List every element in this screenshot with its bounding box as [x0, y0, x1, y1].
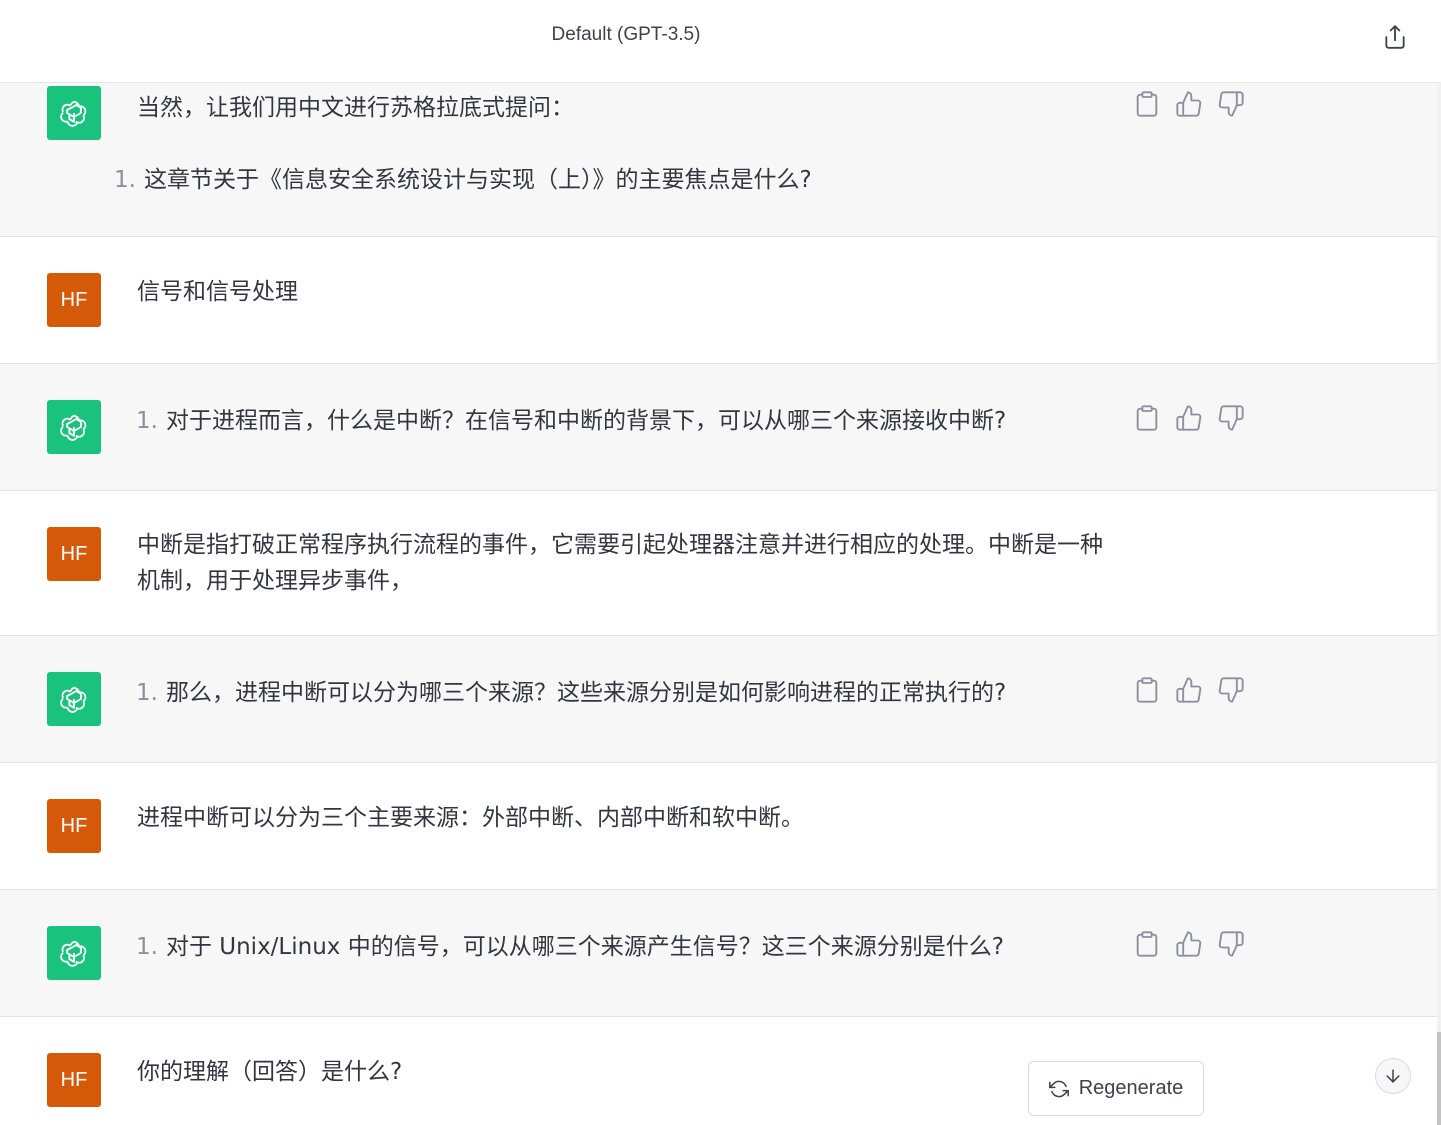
thumbs-down-icon[interactable] [1217, 676, 1245, 704]
share-icon[interactable] [1382, 24, 1408, 50]
clipboard-icon[interactable] [1133, 90, 1161, 118]
thumbs-up-icon[interactable] [1175, 930, 1203, 958]
assistant-message: 1. 对于进程而言，什么是中断？在信号和中断的背景下，可以从哪三个来源接收中断? [0, 364, 1437, 491]
thumbs-down-icon[interactable] [1217, 404, 1245, 432]
list-item: 1. 那么，进程中断可以分为哪三个来源？这些来源分别是如何影响进程的正常执行的? [136, 675, 1106, 711]
list-item: 1. 对于 Unix/Linux 中的信号，可以从哪三个来源产生信号？这三个来源分… [136, 929, 1106, 965]
assistant-message: 1. 那么，进程中断可以分为哪三个来源？这些来源分别是如何影响进程的正常执行的? [0, 636, 1437, 763]
model-title[interactable]: Default (GPT-3.5) [0, 24, 1252, 46]
thumbs-up-icon[interactable] [1175, 90, 1203, 118]
thumbs-down-icon[interactable] [1217, 90, 1245, 118]
regenerate-label: Regenerate [1078, 1077, 1184, 1099]
message-text: 当然，让我们用中文进行苏格拉底式提问： [137, 95, 574, 121]
list-item-text: 那么，进程中断可以分为哪三个来源？这些来源分别是如何影响进程的正常执行的? [165, 680, 1007, 706]
message-actions [1133, 930, 1245, 958]
openai-logo-icon [59, 684, 89, 714]
scrollbar[interactable] [1437, 82, 1441, 1125]
clipboard-icon[interactable] [1133, 404, 1161, 432]
user-message: HF 信号和信号处理 [0, 237, 1437, 364]
refresh-icon [1048, 1080, 1069, 1097]
list-item: 1. 这章节关于《信息安全系统设计与实现（上）》的主要焦点是什么? [114, 162, 1084, 198]
top-bar: Default (GPT-3.5) [0, 0, 1437, 83]
scrollbar-thumb[interactable] [1437, 1032, 1441, 1125]
message-actions [1133, 90, 1245, 118]
openai-logo-icon [59, 98, 89, 128]
list-item: 1. 对于进程而言，什么是中断？在信号和中断的背景下，可以从哪三个来源接收中断? [136, 403, 1106, 439]
list-number: 1. [136, 408, 158, 434]
scroll-down-button[interactable] [1375, 1058, 1411, 1094]
openai-logo-icon [59, 938, 89, 968]
message-actions [1133, 404, 1245, 432]
message-text: 信号和信号处理 [137, 279, 298, 305]
list-number: 1. [136, 934, 158, 960]
thumbs-up-icon[interactable] [1175, 404, 1203, 432]
assistant-avatar [47, 926, 101, 980]
user-message: HF 你的理解（回答）是什么? [0, 1017, 1437, 1125]
regenerate-button[interactable]: Regenerate [1028, 1061, 1204, 1116]
arrow-down-icon [1386, 1069, 1400, 1083]
openai-logo-icon [59, 412, 89, 442]
user-avatar: HF [47, 1053, 101, 1107]
list-number: 1. [136, 680, 158, 706]
clipboard-icon[interactable] [1133, 930, 1161, 958]
assistant-message: 1. 对于 Unix/Linux 中的信号，可以从哪三个来源产生信号？这三个来源分… [0, 890, 1437, 1017]
assistant-avatar [47, 672, 101, 726]
list-item-text: 这章节关于《信息安全系统设计与实现（上）》的主要焦点是什么? [143, 167, 812, 193]
assistant-message: 当然，让我们用中文进行苏格拉底式提问： 1. 这章节关于《信息安全系统设计与实现（… [0, 82, 1437, 237]
list-item-text: 对于进程而言，什么是中断？在信号和中断的背景下，可以从哪三个来源接收中断? [165, 408, 1007, 434]
user-message: HF 中断是指打破正常程序执行流程的事件，它需要引起处理器注意并进行相应的处理。… [0, 491, 1437, 636]
user-avatar: HF [47, 273, 101, 327]
message-text: 你的理解（回答）是什么? [137, 1059, 403, 1085]
thumbs-down-icon[interactable] [1217, 930, 1245, 958]
clipboard-icon[interactable] [1133, 676, 1161, 704]
assistant-avatar [47, 400, 101, 454]
assistant-avatar [47, 86, 101, 140]
list-number: 1. [114, 167, 136, 193]
message-text: 进程中断可以分为三个主要来源：外部中断、内部中断和软中断。 [137, 805, 804, 831]
user-avatar: HF [47, 799, 101, 853]
message-actions [1133, 676, 1245, 704]
list-item-text: 对于 Unix/Linux 中的信号，可以从哪三个来源产生信号？这三个来源分别是… [165, 934, 1004, 960]
user-message: HF 进程中断可以分为三个主要来源：外部中断、内部中断和软中断。 [0, 763, 1437, 890]
thumbs-up-icon[interactable] [1175, 676, 1203, 704]
user-avatar: HF [47, 527, 101, 581]
message-text: 中断是指打破正常程序执行流程的事件，它需要引起处理器注意并进行相应的处理。中断是… [137, 532, 1103, 594]
